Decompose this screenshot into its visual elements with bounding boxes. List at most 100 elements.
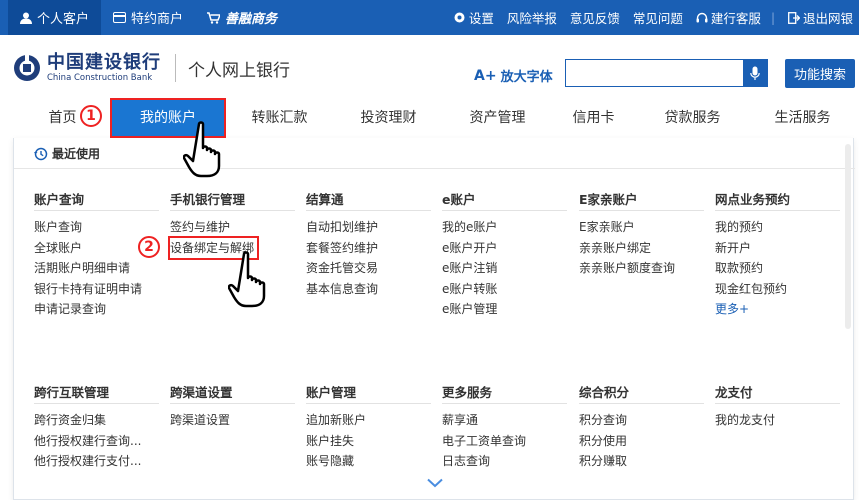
logo-chinese-name: 中国建设银行 (47, 52, 161, 73)
enlarge-font-button[interactable]: A+ 放大字体 (474, 66, 553, 86)
menu-item[interactable]: 银行卡持有证明申请 (34, 279, 159, 300)
menu-column-more-services: 更多服务 薪享通 电子工资单查询 日志查询 (442, 382, 567, 472)
pointing-hand-icon (183, 121, 221, 178)
menu-item[interactable]: 取款预约 (715, 258, 840, 279)
step-2-badge: 2 (138, 236, 160, 258)
search-input[interactable] (566, 60, 741, 86)
menu-item[interactable]: 电子工资单查询 (442, 431, 567, 452)
divider: | (770, 10, 775, 25)
menu-item[interactable]: 我的e账户 (442, 217, 567, 238)
link-label: 风险举报 (506, 11, 557, 26)
link-label: 建行客服 (710, 11, 761, 26)
menu-item[interactable]: 账户查询 (34, 217, 159, 238)
nav-transfer[interactable]: 转账汇款 (237, 98, 322, 138)
link-label: 常见问题 (632, 11, 683, 26)
risk-report-link[interactable]: 风险举报 (507, 8, 557, 27)
header: 中国建设银行 China Construction Bank 个人网上银行 A+… (0, 35, 859, 98)
divider (14, 168, 855, 169)
step-1-badge: 1 (80, 105, 102, 127)
feedback-link[interactable]: 意见反馈 (570, 8, 620, 27)
menu-item[interactable]: E家亲账户 (579, 217, 704, 238)
menu-item[interactable]: 追加新账户 (306, 410, 431, 431)
chevron-down-icon[interactable] (427, 478, 443, 488)
voice-search-button[interactable] (743, 60, 767, 86)
menu-item[interactable]: 他行授权建行查询... (34, 431, 159, 452)
cart-icon (207, 11, 221, 24)
menu-column-e-account: e账户 我的e账户 e账户开户 e账户注销 e账户转账 e账户管理 (442, 189, 567, 320)
recently-used[interactable]: 最近使用 (34, 145, 100, 162)
bank-logo[interactable]: 中国建设银行 China Construction Bank 个人网上银行 (13, 53, 290, 83)
menu-item[interactable]: 跨渠道设置 (170, 410, 295, 431)
menu-item[interactable]: 基本信息查询 (306, 279, 431, 300)
headset-icon (696, 12, 708, 22)
menu-item[interactable]: 日志查询 (442, 451, 567, 472)
tab-label: 特约商户 (131, 12, 184, 27)
menu-item[interactable]: 积分赚取 (579, 451, 704, 472)
menu-item[interactable]: 自动扣划维护 (306, 217, 431, 238)
menu-item[interactable]: 积分使用 (579, 431, 704, 452)
nav-life-service[interactable]: 生活服务 (760, 98, 845, 138)
menu-item[interactable]: 新开户 (715, 238, 840, 259)
menu-item[interactable]: 薪享通 (442, 410, 567, 431)
nav-loan[interactable]: 贷款服务 (650, 98, 735, 138)
column-title: 龙支付 (715, 382, 840, 404)
menu-column-account-management: 账户管理 追加新账户 账户挂失 账号隐藏 (306, 382, 431, 472)
more-link[interactable]: 更多+ (715, 299, 840, 320)
menu-item[interactable]: 签约与维护 (170, 217, 295, 238)
tab-label: 个人客户 (37, 12, 90, 27)
main-nav: 首页 我的账户 转账汇款 投资理财 资产管理 信用卡 贷款服务 生活服务 (0, 98, 859, 138)
column-title: E家亲账户 (579, 189, 704, 211)
tab-merchant[interactable]: 特约商户 (101, 0, 195, 35)
link-label: 退出网银 (802, 11, 853, 26)
column-title: 网点业务预约 (715, 189, 840, 211)
column-title: 账户管理 (306, 382, 431, 404)
customer-service-link[interactable]: 建行客服 (696, 8, 761, 27)
menu-item[interactable]: 现金红包预约 (715, 279, 840, 300)
column-title: 结算通 (306, 189, 431, 211)
menu-item[interactable]: 我的龙支付 (715, 410, 840, 431)
column-title: 账户查询 (34, 189, 159, 211)
menu-item[interactable]: 他行授权建行支付... (34, 451, 159, 472)
tab-shanrong[interactable]: 善融商务 (195, 0, 289, 35)
enlarge-font-label: 放大字体 (500, 70, 553, 85)
scrollbar[interactable] (845, 144, 851, 329)
nav-asset-management[interactable]: 资产管理 (455, 98, 540, 138)
nav-credit-card[interactable]: 信用卡 (561, 98, 626, 138)
column-title: 更多服务 (442, 382, 567, 404)
logout-icon (788, 11, 800, 24)
menu-item[interactable]: 套餐签约维护 (306, 238, 431, 259)
search-box[interactable] (565, 59, 768, 87)
tab-personal-customer[interactable]: 个人客户 (8, 0, 102, 35)
menu-item[interactable]: 活期账户明细申请 (34, 258, 159, 279)
menu-column-settlement: 结算通 自动扣划维护 套餐签约维护 资金托管交易 基本信息查询 (306, 189, 431, 299)
menu-item[interactable]: 账户挂失 (306, 431, 431, 452)
menu-item[interactable]: 跨行资金归集 (34, 410, 159, 431)
account-menu-panel: 最近使用 账户查询 账户查询 全球账户 活期账户明细申请 银行卡持有证明申请 申… (13, 138, 855, 500)
menu-item[interactable]: 亲亲账户额度查询 (579, 258, 704, 279)
menu-item[interactable]: 我的预约 (715, 217, 840, 238)
menu-item[interactable]: e账户注销 (442, 258, 567, 279)
top-bar: 个人客户 特约商户 善融商务 设置 风险举报 意见反馈 常见问题 建行客服 | … (0, 0, 859, 35)
menu-item[interactable]: 资金托管交易 (306, 258, 431, 279)
column-title: e账户 (442, 189, 567, 211)
settings-link[interactable]: 设置 (453, 8, 494, 27)
card-icon (113, 12, 127, 23)
logout-link[interactable]: 退出网银 (788, 8, 853, 27)
menu-item[interactable]: 积分查询 (579, 410, 704, 431)
function-search-button[interactable]: 功能搜索 (785, 59, 855, 88)
link-label: 设置 (468, 11, 494, 26)
menu-column-interbank: 跨行互联管理 跨行资金归集 他行授权建行查询... 他行授权建行支付... (34, 382, 159, 472)
menu-item[interactable]: e账户转账 (442, 279, 567, 300)
faq-link[interactable]: 常见问题 (633, 8, 683, 27)
nav-investment[interactable]: 投资理财 (346, 98, 431, 138)
menu-item[interactable]: 申请记录查询 (34, 299, 159, 320)
site-subtitle: 个人网上银行 (188, 60, 290, 81)
ccb-logo-icon (14, 54, 40, 81)
menu-item[interactable]: 亲亲账户绑定 (579, 238, 704, 259)
menu-item[interactable]: e账户开户 (442, 238, 567, 259)
link-label: 意见反馈 (569, 11, 620, 26)
column-title: 综合积分 (579, 382, 704, 404)
menu-item[interactable]: 账号隐藏 (306, 451, 431, 472)
menu-item[interactable]: e账户管理 (442, 299, 567, 320)
history-icon (34, 147, 48, 160)
